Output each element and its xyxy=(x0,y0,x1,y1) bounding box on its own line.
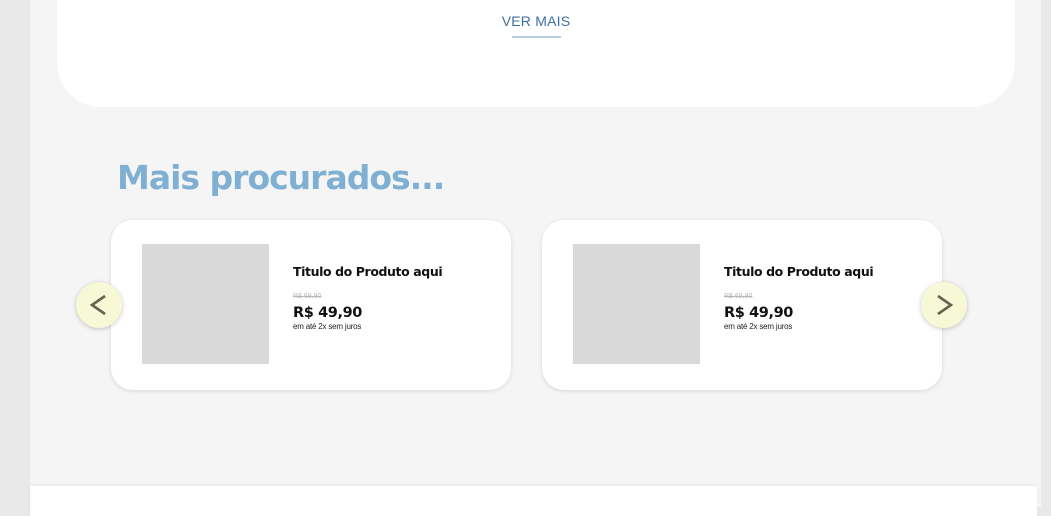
bottom-panel xyxy=(30,486,1037,516)
product-price: R$ 49,90 xyxy=(724,305,793,321)
product-info: Titulo do Produto aqui R$ 69,90 R$ 49,90… xyxy=(293,264,443,331)
carousel-prev-button[interactable] xyxy=(76,282,122,328)
product-info: Titulo do Produto aqui R$ 69,90 R$ 49,90… xyxy=(724,264,874,331)
ver-mais-container: VER MAIS xyxy=(57,13,1015,38)
ver-mais-link[interactable]: VER MAIS xyxy=(502,13,571,29)
top-card: VER MAIS xyxy=(57,0,1015,107)
product-old-price: R$ 69,90 xyxy=(724,293,753,300)
product-installments: em até 2x sem juros xyxy=(293,322,362,331)
section-title: Mais procurados... xyxy=(117,158,445,197)
product-image[interactable] xyxy=(142,244,269,364)
product-card[interactable]: Titulo do Produto aqui R$ 69,90 R$ 49,90… xyxy=(542,220,942,390)
product-image[interactable] xyxy=(573,244,700,364)
ver-mais-underline xyxy=(511,36,561,38)
product-old-price: R$ 69,90 xyxy=(293,293,322,300)
chevron-right-icon xyxy=(937,294,954,316)
product-title[interactable]: Titulo do Produto aqui xyxy=(293,264,443,279)
chevron-left-icon xyxy=(89,294,106,316)
product-title[interactable]: Titulo do Produto aqui xyxy=(724,264,874,279)
product-price: R$ 49,90 xyxy=(293,305,362,321)
product-card[interactable]: Titulo do Produto aqui R$ 69,90 R$ 49,90… xyxy=(111,220,511,390)
carousel-next-button[interactable] xyxy=(921,282,967,328)
product-installments: em até 2x sem juros xyxy=(724,322,793,331)
